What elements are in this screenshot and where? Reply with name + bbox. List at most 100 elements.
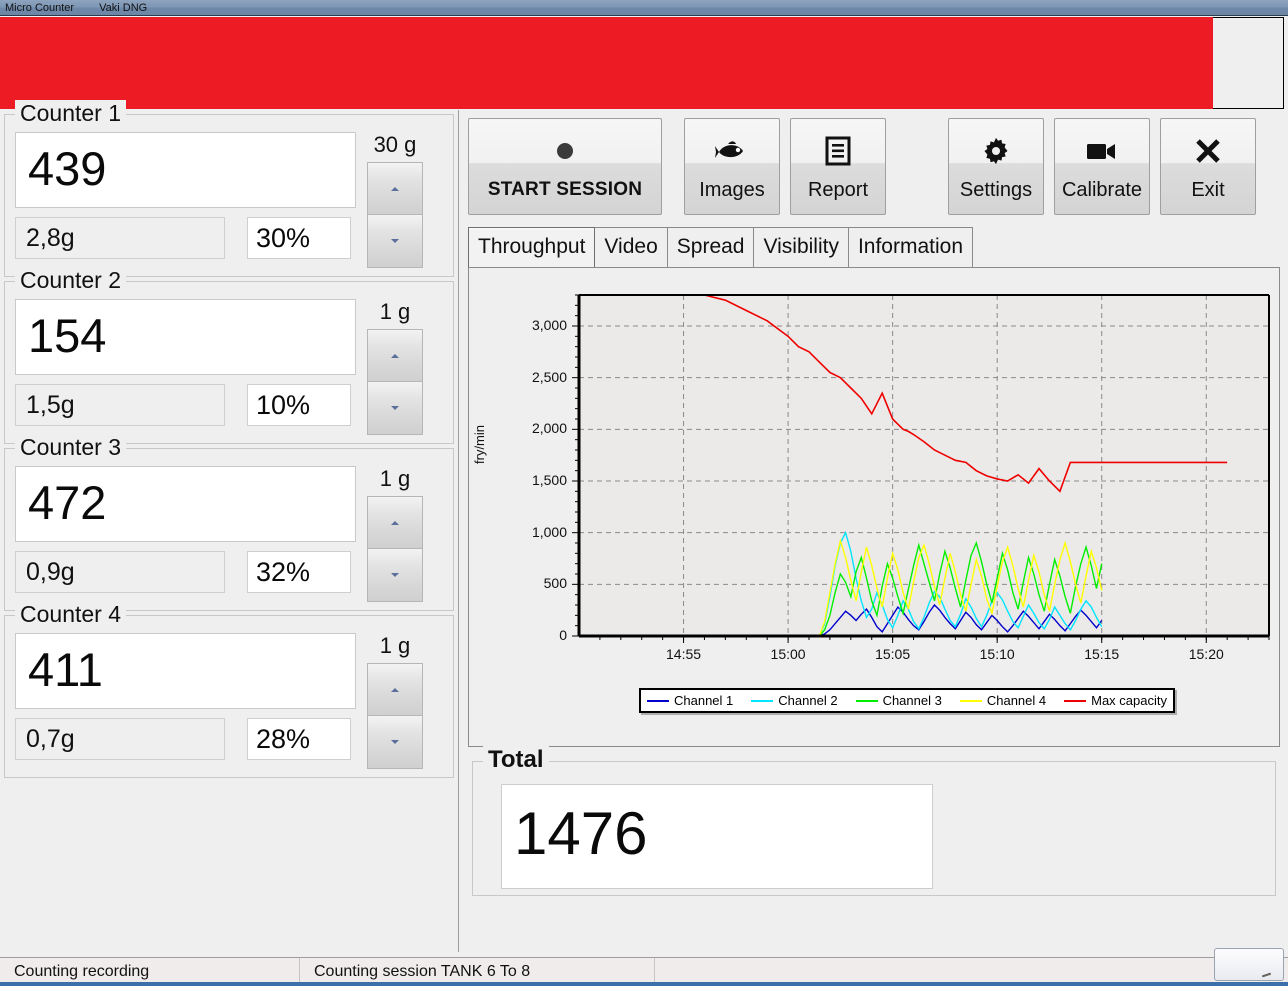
alert-banner-red — [0, 17, 1213, 109]
report-button[interactable]: Report — [790, 118, 886, 215]
calibrate-button[interactable]: Calibrate — [1054, 118, 1150, 215]
chevron-up-icon — [390, 353, 399, 358]
tab-visibility[interactable]: Visibility — [753, 227, 849, 267]
exit-button[interactable]: Exit — [1160, 118, 1256, 215]
counter-1-weight: 2,8g — [15, 217, 225, 259]
tab-video[interactable]: Video — [594, 227, 668, 267]
counter-3-title: Counter 3 — [15, 434, 127, 460]
main-pane: START SESSION Images Report Settings Cal… — [460, 110, 1288, 952]
total-value: 1476 — [501, 784, 933, 889]
settings-label: Settings — [959, 179, 1033, 201]
close-x-icon — [1193, 135, 1223, 167]
legend-item: Channel 4 — [959, 693, 1047, 708]
counter-2-grade-down-button[interactable] — [367, 382, 422, 434]
counter-3-grade-stepper[interactable] — [366, 496, 423, 602]
counter-1-grade-up-button[interactable] — [367, 163, 422, 215]
counter-4-weight: 0,7g — [15, 718, 225, 760]
counter-2-grade-stepper[interactable] — [366, 329, 423, 435]
chevron-down-icon — [390, 239, 399, 243]
chart-plot — [572, 294, 1270, 643]
legend-label: Channel 1 — [674, 693, 734, 708]
throughput-chart-panel: fry/min 0 500 1,000 1,500 2,000 2,500 3,000 14:… — [468, 267, 1280, 747]
counter-4-grade-up-button[interactable] — [367, 664, 422, 716]
window-titlebar: Micro Counter Vaki DNG — [0, 0, 1288, 16]
micro-counter-app: Micro Counter Vaki DNG Counter 1 439 2,8… — [0, 0, 1288, 986]
legend-color-swatch — [1064, 699, 1087, 702]
record-dot-icon — [553, 135, 577, 167]
alert-banner — [0, 17, 1288, 109]
legend-color-swatch — [959, 699, 982, 702]
start-session-label: START SESSION — [487, 179, 643, 200]
chevron-down-icon — [390, 740, 399, 744]
legend-label: Channel 4 — [986, 693, 1047, 708]
counter-2-title: Counter 2 — [15, 267, 127, 293]
tab-spread[interactable]: Spread — [666, 227, 755, 267]
calibrate-label: Calibrate — [1061, 179, 1143, 201]
counter-3-grade-up-button[interactable] — [367, 497, 422, 549]
legend-item: Channel 1 — [647, 693, 733, 708]
fish-icon — [715, 135, 749, 167]
counter-4-grade-down-button[interactable] — [367, 716, 422, 768]
gear-icon — [981, 135, 1011, 167]
alert-banner-side-panel — [1213, 17, 1284, 109]
counter-1-grade-down-button[interactable] — [367, 215, 422, 267]
images-label: Images — [699, 179, 765, 201]
counter-group-1: Counter 1 439 2,8g 30% 30 g — [4, 100, 454, 277]
main-toolbar: START SESSION Images Report Settings Cal… — [460, 110, 1288, 215]
total-label: Total — [483, 746, 549, 774]
legend-item: Channel 2 — [751, 693, 838, 708]
legend-item: Max capacity — [1064, 693, 1167, 708]
chart-legend: Channel 1 Channel 2 Channel 3 Channel 4 Max … — [639, 688, 1175, 713]
video-camera-icon — [1085, 135, 1119, 167]
counter-4-grade-stepper[interactable] — [366, 663, 423, 769]
window-bottom-edge — [0, 982, 1288, 986]
chevron-up-icon — [390, 520, 399, 525]
counter-2-grade-up-button[interactable] — [367, 330, 422, 382]
legend-label: Channel 3 — [882, 693, 942, 708]
counter-4-grade-label: 1 g — [379, 633, 411, 658]
counter-1-title: Counter 1 — [15, 100, 127, 126]
report-label: Report — [807, 179, 869, 201]
counter-4-title: Counter 4 — [15, 601, 127, 627]
settings-button[interactable]: Settings — [948, 118, 1044, 215]
counter-group-2: Counter 2 154 1,5g 10% 1 g — [4, 267, 454, 444]
counter-3-percent: 32% — [247, 551, 351, 593]
images-button[interactable]: Images — [684, 118, 780, 215]
counter-group-4: Counter 4 411 0,7g 28% 1 g — [4, 601, 454, 778]
counter-2-grade-label: 1 g — [379, 299, 411, 324]
app-title: Micro Counter — [5, 2, 75, 14]
counter-2-count: 154 — [15, 299, 356, 375]
exit-label: Exit — [1191, 179, 1225, 201]
chevron-down-icon — [390, 406, 399, 410]
start-session-button[interactable]: START SESSION — [468, 118, 662, 215]
brand-title: Vaki DNG — [99, 2, 148, 14]
counter-4-percent: 28% — [247, 718, 351, 760]
chevron-up-icon — [390, 186, 399, 191]
counter-3-grade-label: 1 g — [379, 466, 411, 491]
total-group: Total 1476 — [472, 746, 1276, 896]
legend-label: Channel 2 — [778, 693, 838, 708]
counter-4-count: 411 — [15, 633, 356, 709]
tab-information[interactable]: Information — [847, 227, 974, 267]
counter-1-count: 439 — [15, 132, 356, 208]
counter-2-weight: 1,5g — [15, 384, 225, 426]
view-tabs: Throughput Video Spread Visibility Infor… — [468, 227, 1288, 267]
tab-throughput[interactable]: Throughput — [468, 227, 596, 267]
legend-color-swatch — [647, 699, 669, 702]
counters-pane: Counter 1 439 2,8g 30% 30 g Counter 2 15… — [0, 100, 459, 952]
counter-1-grade-label: 30 g — [373, 132, 417, 157]
chevron-down-icon — [390, 573, 399, 577]
counter-1-percent: 30% — [247, 217, 351, 259]
legend-label: Max capacity — [1091, 693, 1167, 708]
resize-grip-icon — [1261, 972, 1272, 978]
counter-3-weight: 0,9g — [15, 551, 225, 593]
counter-3-grade-down-button[interactable] — [367, 549, 422, 601]
legend-color-swatch — [751, 699, 774, 702]
counter-group-3: Counter 3 472 0,9g 32% 1 g — [4, 434, 454, 611]
chevron-up-icon — [390, 687, 399, 692]
counter-1-grade-stepper[interactable] — [366, 162, 423, 268]
counter-2-percent: 10% — [247, 384, 351, 426]
resize-corner-button[interactable] — [1214, 948, 1284, 981]
document-icon — [824, 135, 852, 167]
counter-3-count: 472 — [15, 466, 356, 542]
